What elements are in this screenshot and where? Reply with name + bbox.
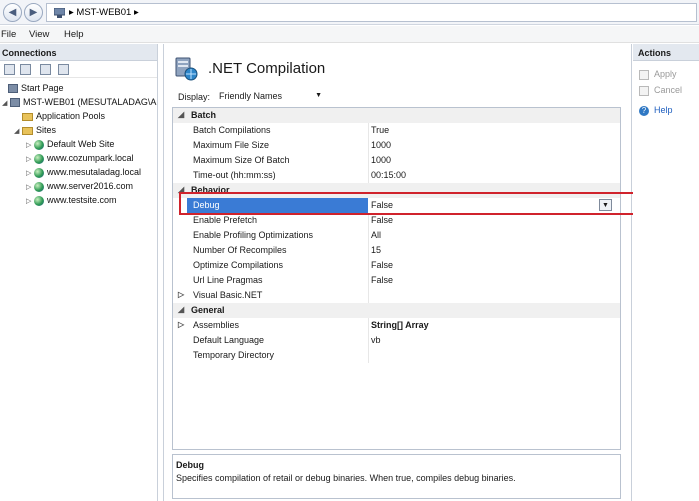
expand-icon[interactable]: ▷: [26, 167, 34, 180]
column-splitter: [368, 288, 369, 303]
help-icon: ?: [639, 105, 649, 116]
tree-item-site[interactable]: ▷ www.server2016.com: [26, 180, 133, 193]
cancel-action[interactable]: Cancel: [639, 85, 682, 96]
globe-icon: [34, 153, 44, 164]
menu-file[interactable]: File: [1, 29, 16, 40]
collapse-icon[interactable]: ◢: [2, 97, 10, 110]
tree-item-site[interactable]: ▷ www.testsite.com: [26, 194, 117, 207]
start-page-icon: [8, 84, 18, 94]
column-splitter: [368, 213, 369, 228]
back-arrow-icon: ◀: [8, 7, 17, 18]
expand-icon[interactable]: ▷: [26, 153, 34, 166]
actions-header: Actions: [633, 44, 699, 61]
property-row[interactable]: Enable Prefetch False: [173, 213, 620, 228]
connections-pane: Connections Start Page ◢ MST-WEB01 (MESUT…: [0, 44, 158, 501]
property-grid: ◢ Batch Batch Compilations True Maximum Fi…: [172, 107, 621, 450]
tree-item-site[interactable]: ▷ Default Web Site: [26, 138, 114, 151]
forward-button[interactable]: ▶: [24, 3, 43, 22]
description-text: Specifies compilation of retail or debug…: [176, 473, 516, 483]
column-splitter: [368, 243, 369, 258]
expand-icon[interactable]: ▷: [26, 195, 34, 208]
tree-item-site[interactable]: ▷ www.mesutaladag.local: [26, 166, 141, 179]
expand-icon[interactable]: ▷: [26, 139, 34, 152]
property-row-expandable[interactable]: ▷ Assemblies String[] Array: [173, 318, 620, 333]
expand-icon[interactable]: ▷: [178, 290, 184, 299]
globe-icon: [34, 195, 44, 206]
property-row[interactable]: Url Line Pragmas False: [173, 273, 620, 288]
property-row-expandable[interactable]: ▷ Visual Basic.NET: [173, 288, 620, 303]
connections-toolbar: [0, 61, 157, 78]
tree-item-server[interactable]: ◢ MST-WEB01 (MESUTALADAG\A: [2, 96, 156, 109]
address-field[interactable]: ▸ MST-WEB01 ▸: [46, 3, 697, 22]
column-splitter: [368, 228, 369, 243]
address-bar-area: ◀ ▶ ▸ MST-WEB01 ▸: [0, 0, 699, 25]
cancel-icon: [639, 85, 649, 96]
display-label: Display:: [178, 92, 211, 102]
category-batch[interactable]: ◢ Batch: [173, 108, 620, 123]
breadcrumb-separator: ▸: [133, 7, 139, 18]
property-row[interactable]: Enable Profiling Optimizations All: [173, 228, 620, 243]
expand-icon[interactable]: ▷: [26, 181, 34, 194]
property-row[interactable]: Optimize Compilations False: [173, 258, 620, 273]
display-select[interactable]: Friendly Names ▼: [216, 89, 326, 104]
property-row[interactable]: Maximum Size Of Batch 1000: [173, 153, 620, 168]
globe-icon: [34, 181, 44, 192]
apply-icon: [639, 69, 649, 80]
feature-pane: .NET Compilation Display: Friendly Names…: [163, 44, 632, 501]
save-icon[interactable]: [20, 64, 31, 75]
collapse-icon[interactable]: ◢: [178, 305, 184, 314]
column-splitter: [368, 138, 369, 153]
apply-action[interactable]: Apply: [639, 69, 677, 80]
expand-icon[interactable]: ▷: [178, 320, 184, 329]
display-value: Friendly Names: [219, 91, 283, 101]
tree-item-start-page[interactable]: Start Page: [8, 82, 64, 95]
property-row[interactable]: Time-out (hh:mm:ss) 00:15:00: [173, 168, 620, 183]
connect-icon[interactable]: [58, 64, 69, 75]
back-button[interactable]: ◀: [3, 3, 22, 22]
globe-icon: [34, 139, 44, 150]
description-title: Debug: [176, 460, 204, 470]
menu-bar: File View Help: [0, 26, 699, 43]
breadcrumb-separator: ▸: [69, 7, 74, 18]
folder-icon: [22, 126, 33, 135]
net-compilation-icon: [175, 57, 198, 81]
globe-icon: [34, 167, 44, 178]
column-splitter: [368, 318, 369, 333]
tree-item-application-pools[interactable]: Application Pools: [22, 110, 105, 123]
column-splitter: [368, 123, 369, 138]
property-row[interactable]: Maximum File Size 1000: [173, 138, 620, 153]
app-pools-icon: [22, 112, 33, 121]
collapse-icon[interactable]: ◢: [178, 110, 184, 119]
property-row[interactable]: Default Language vb: [173, 333, 620, 348]
tree-item-sites[interactable]: ◢ Sites: [14, 124, 56, 137]
connections-header: Connections: [0, 44, 157, 61]
forward-arrow-icon: ▶: [29, 7, 38, 18]
highlight-box: [179, 192, 639, 215]
menu-view[interactable]: View: [29, 29, 49, 40]
server-icon: [10, 98, 20, 108]
collapse-icon[interactable]: ◢: [14, 125, 22, 138]
server-icon: [54, 8, 65, 18]
column-splitter: [368, 258, 369, 273]
menu-help[interactable]: Help: [64, 29, 84, 40]
property-row[interactable]: Batch Compilations True: [173, 123, 620, 138]
new-connection-icon[interactable]: [4, 64, 15, 75]
property-row[interactable]: Temporary Directory: [173, 348, 620, 363]
property-row[interactable]: Number Of Recompiles 15: [173, 243, 620, 258]
page-title: .NET Compilation: [208, 60, 326, 77]
category-general[interactable]: ◢ General: [173, 303, 620, 318]
chevron-down-icon: ▼: [315, 92, 322, 99]
up-icon[interactable]: [40, 64, 51, 75]
column-splitter: [368, 168, 369, 183]
column-splitter: [368, 273, 369, 288]
column-splitter: [368, 348, 369, 363]
column-splitter: [368, 333, 369, 348]
help-action[interactable]: ? Help: [639, 105, 673, 116]
breadcrumb-server[interactable]: MST-WEB01: [76, 7, 131, 18]
column-splitter: [368, 153, 369, 168]
tree-item-site[interactable]: ▷ www.cozumpark.local: [26, 152, 134, 165]
description-panel: Debug Specifies compilation of retail or…: [172, 454, 621, 499]
breadcrumb[interactable]: ▸ MST-WEB01 ▸: [69, 7, 139, 18]
actions-pane: Actions Apply Cancel ? Help: [633, 44, 699, 501]
